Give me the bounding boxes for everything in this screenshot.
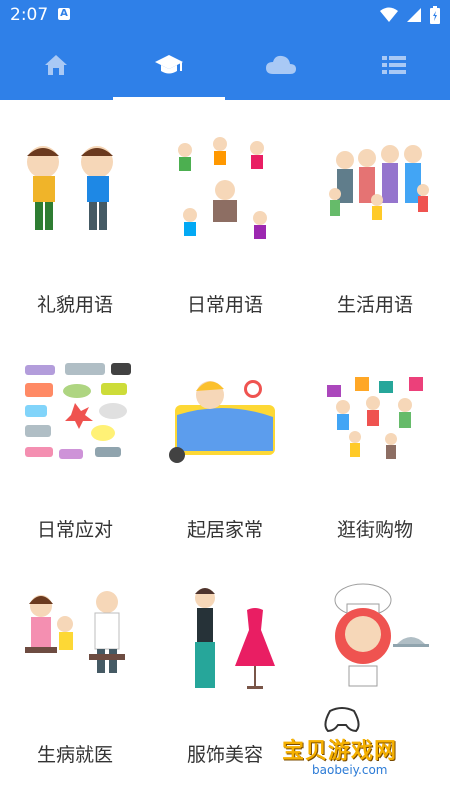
category-card-home-life[interactable]: 起居家常 — [150, 325, 300, 550]
speech-bubbles-illustration — [25, 363, 131, 459]
category-grid: 礼貌用语 日常用语 生活用语 日常应对 起居家常 逛街购物 生病就医 服饰美容 — [0, 100, 450, 800]
watermark-text: 宝贝游戏网 — [282, 739, 398, 764]
watermark-url: baobeiy.com — [312, 763, 388, 777]
tab-bar — [0, 30, 450, 100]
category-card-seeing-doctor[interactable]: 生病就医 — [0, 550, 150, 775]
family-group-illustration — [329, 145, 429, 220]
home-icon — [45, 55, 68, 75]
category-card-daily-responses[interactable]: 日常应对 — [0, 325, 150, 550]
tab-home[interactable] — [0, 30, 113, 100]
watermark: 宝贝游戏网 baobeiy.com — [272, 703, 442, 793]
doctor-visit-illustration — [25, 591, 125, 673]
category-card-daily-phrases[interactable]: 日常用语 — [150, 100, 300, 325]
category-label: 日常应对 — [36, 519, 113, 541]
category-label: 起居家常 — [186, 519, 263, 541]
category-card-polite[interactable]: 礼貌用语 — [0, 100, 150, 325]
bowing-kids-illustration — [27, 146, 113, 230]
category-label: 日常用语 — [186, 294, 263, 316]
fashion-dress-illustration — [195, 588, 275, 689]
tab-cloud[interactable] — [225, 30, 338, 100]
signal-icon — [407, 8, 421, 22]
category-card-life-phrases[interactable]: 生活用语 — [300, 100, 450, 325]
category-label: 逛街购物 — [336, 519, 413, 541]
shopping-kids-illustration — [327, 377, 423, 459]
game-controller-icon — [324, 707, 360, 733]
cloud-icon — [266, 55, 297, 74]
status-bar: 2:07 A — [0, 0, 450, 30]
wifi-icon — [380, 7, 398, 22]
notification-icon: A — [58, 8, 70, 20]
battery-icon — [430, 6, 440, 24]
category-label: 生病就医 — [36, 744, 113, 766]
graduation-cap-icon — [154, 55, 183, 74]
category-card-shopping[interactable]: 逛街购物 — [300, 325, 450, 550]
list-icon — [381, 56, 406, 74]
tab-list[interactable] — [338, 30, 450, 100]
category-label: 生活用语 — [336, 294, 413, 316]
category-label: 礼貌用语 — [36, 294, 113, 316]
chef-illustration — [334, 583, 429, 687]
tab-learn[interactable] — [112, 30, 226, 100]
status-icons — [380, 6, 440, 24]
daily-life-scenes-illustration — [178, 137, 267, 239]
child-in-bed-illustration — [169, 380, 275, 463]
status-time: 2:07 — [10, 5, 49, 25]
